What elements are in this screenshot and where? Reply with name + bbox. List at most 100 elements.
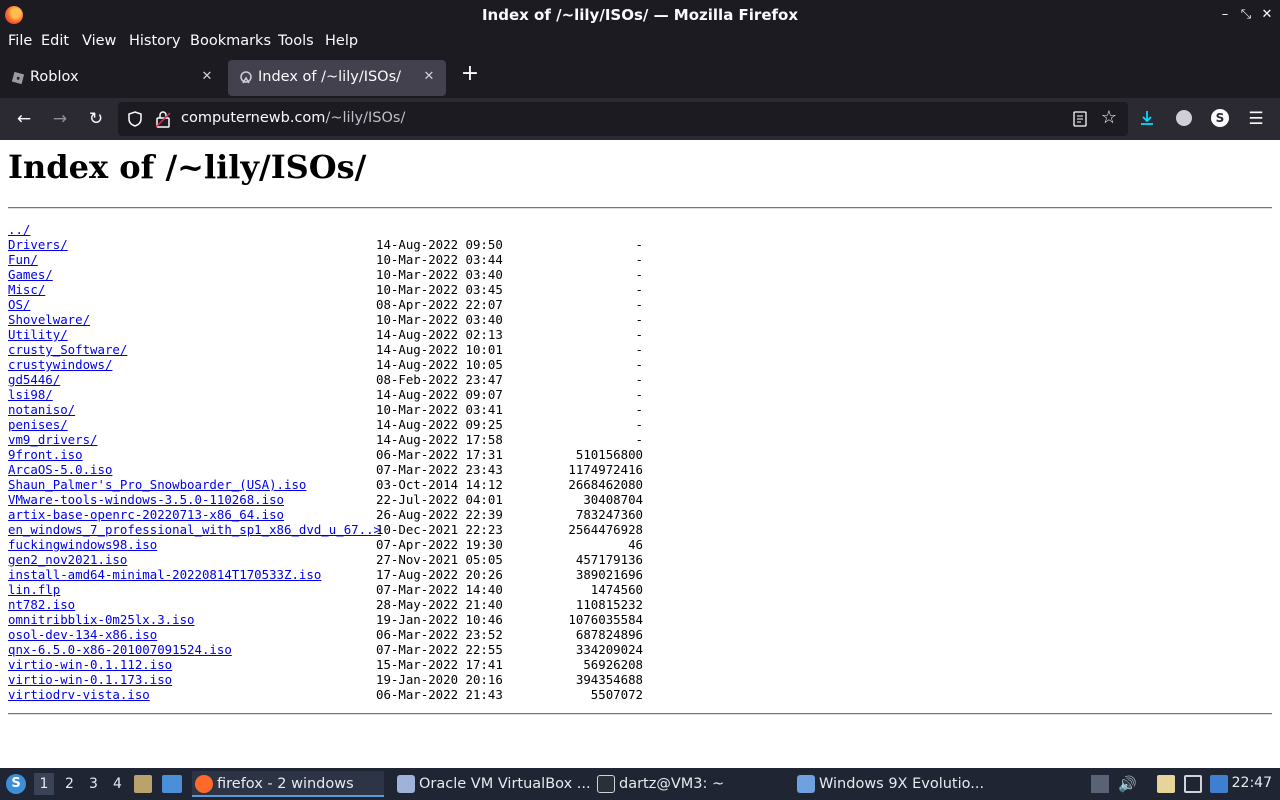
menu-icon[interactable]: ☰ — [1245, 108, 1267, 130]
menu-edit[interactable]: Edit — [41, 33, 69, 49]
url-host: computernewb.com — [181, 110, 326, 126]
entry-link[interactable]: gd5446/ — [8, 372, 60, 387]
entry-link[interactable]: crustywindows/ — [8, 357, 112, 372]
entry-size: 30408704 — [583, 492, 643, 507]
extension-icon[interactable]: S — [1211, 109, 1229, 127]
entry-link[interactable]: crusty_Software/ — [8, 342, 127, 357]
entry-link[interactable]: qnx-6.5.0-x86-201007091524.iso — [8, 642, 232, 657]
entry-link[interactable]: notaniso/ — [8, 402, 75, 417]
entry-date: 03-Oct-2014 14:12 — [376, 477, 503, 492]
menu-file[interactable]: File — [8, 33, 32, 49]
clipboard-icon[interactable] — [1157, 775, 1175, 793]
entry-link[interactable]: en_windows_7_professional_with_sp1_x86_d… — [8, 522, 381, 537]
menu-bookmarks[interactable]: Bookmarks — [190, 33, 271, 49]
entry-link[interactable]: lsi98/ — [8, 387, 53, 402]
downloads-icon[interactable] — [1138, 109, 1156, 127]
app-menu-icon[interactable]: S — [6, 774, 26, 794]
taskbar-button[interactable]: Windows 9X Evolutio... — [794, 771, 990, 797]
lock-icon[interactable] — [155, 110, 171, 128]
close-icon[interactable]: ✕ — [1257, 5, 1277, 25]
entry-date: 27-Nov-2021 05:05 — [376, 552, 503, 567]
taskbar-button[interactable]: firefox - 2 windows — [192, 771, 384, 797]
reload-icon[interactable]: ↻ — [85, 108, 107, 130]
reader-view-icon[interactable] — [1072, 111, 1088, 127]
account-icon[interactable] — [1176, 110, 1192, 126]
show-desktop-icon[interactable] — [162, 775, 182, 793]
entry-date: 19-Jan-2020 20:16 — [376, 672, 503, 687]
entry-link[interactable]: virtio-win-0.1.173.iso — [8, 672, 172, 687]
menu-history[interactable]: History — [129, 33, 181, 49]
entry-link[interactable]: gen2_nov2021.iso — [8, 552, 127, 567]
entry-size: 1174972416 — [568, 462, 643, 477]
entry-link[interactable]: OS/ — [8, 297, 30, 312]
entry-size: 1076035584 — [568, 612, 643, 627]
entry-link[interactable]: Utility/ — [8, 327, 68, 342]
taskbar-button-label: dartz@VM3: ~ — [619, 776, 725, 792]
workspace-4[interactable]: 4 — [113, 776, 122, 792]
entry-link[interactable]: omnitribblix-0m25lx.3.iso — [8, 612, 195, 627]
monitor-icon[interactable] — [1184, 775, 1202, 793]
tab-roblox[interactable]: Roblox ✕ — [0, 60, 224, 96]
entry-size: 110815232 — [575, 597, 643, 612]
entry-link[interactable]: vm9_drivers/ — [8, 432, 98, 447]
clock[interactable]: 22:47 — [1232, 775, 1272, 791]
menu-help[interactable]: Help — [325, 33, 358, 49]
workspace-3[interactable]: 3 — [89, 776, 98, 792]
menu-view[interactable]: View — [82, 33, 116, 49]
entry-link[interactable]: install-amd64-minimal-20220814T170533Z.i… — [8, 567, 321, 582]
entry-link[interactable]: virtiodrv-vista.iso — [8, 687, 150, 702]
url-text[interactable]: computernewb.com/~lily/ISOs/ — [181, 110, 405, 126]
entry-link[interactable]: lin.flp — [8, 582, 60, 597]
entry-date: 07-Mar-2022 23:43 — [376, 462, 503, 477]
taskbar: S 1234 firefox - 2 windows Oracle VM Virt… — [0, 768, 1280, 800]
tab-index-isos[interactable]: Index of /~lily/ISOs/ ✕ — [228, 60, 446, 96]
back-icon[interactable]: ← — [13, 108, 35, 130]
entry-link[interactable]: ArcaOS-5.0.iso — [8, 462, 112, 477]
entry-size: - — [635, 357, 643, 372]
minimize-icon[interactable]: – — [1215, 5, 1235, 25]
new-tab-button[interactable]: + — [458, 62, 482, 86]
tray-indicator-icon[interactable] — [1091, 775, 1109, 793]
entry-size: - — [635, 387, 643, 402]
entry-link[interactable]: osol-dev-134-x86.iso — [8, 627, 157, 642]
site-favicon-icon — [240, 71, 252, 84]
entry-link[interactable]: 9front.iso — [8, 447, 83, 462]
bookmark-star-icon[interactable]: ☆ — [1098, 107, 1120, 129]
entry-link[interactable]: ../ — [8, 222, 30, 237]
taskbar-button[interactable]: Oracle VM VirtualBox ... — [394, 771, 590, 797]
volume-icon[interactable]: 🔊 — [1118, 775, 1137, 793]
tab-close-icon[interactable]: ✕ — [420, 68, 438, 86]
shield-icon[interactable] — [126, 110, 144, 128]
notification-icon[interactable] — [1210, 775, 1228, 793]
entry-link[interactable]: Shovelware/ — [8, 312, 90, 327]
entry-date: 14-Aug-2022 09:50 — [376, 237, 503, 252]
url-bar[interactable]: computernewb.com/~lily/ISOs/ ☆ — [118, 102, 1128, 136]
entry-link[interactable]: Shaun_Palmer's_Pro_Snowboarder_(USA).iso — [8, 477, 306, 492]
entry-link[interactable]: fuckingwindows98.iso — [8, 537, 157, 552]
entry-size: - — [635, 402, 643, 417]
entry-link[interactable]: Misc/ — [8, 282, 45, 297]
entry-link[interactable]: virtio-win-0.1.112.iso — [8, 657, 172, 672]
divider — [8, 713, 1272, 715]
entry-link[interactable]: VMware-tools-windows-3.5.0-110268.iso — [8, 492, 284, 507]
entry-link[interactable]: nt782.iso — [8, 597, 75, 612]
workspace-2[interactable]: 2 — [65, 776, 74, 792]
entry-link[interactable]: Games/ — [8, 267, 53, 282]
entry-link[interactable]: Fun/ — [8, 252, 38, 267]
entry-date: 10-Mar-2022 03:45 — [376, 282, 503, 297]
taskbar-button[interactable]: dartz@VM3: ~ — [594, 771, 790, 797]
taskbar-button-label: firefox - 2 windows — [217, 776, 354, 792]
entry-link[interactable]: artix-base-openrc-20220713-x86_64.iso — [8, 507, 284, 522]
menu-tools[interactable]: Tools — [278, 33, 314, 49]
entry-size: 457179136 — [575, 552, 643, 567]
entry-date: 10-Mar-2022 03:40 — [376, 267, 503, 282]
file-manager-icon[interactable] — [134, 775, 152, 793]
entry-size: 687824896 — [575, 627, 643, 642]
entry-link[interactable]: Drivers/ — [8, 237, 68, 252]
entry-size: - — [635, 237, 643, 252]
tab-close-icon[interactable]: ✕ — [198, 68, 216, 86]
workspace-1[interactable]: 1 — [34, 773, 54, 795]
maximize-icon[interactable]: ⤡ — [1236, 5, 1256, 25]
forward-icon[interactable]: → — [49, 108, 71, 130]
entry-link[interactable]: penises/ — [8, 417, 68, 432]
